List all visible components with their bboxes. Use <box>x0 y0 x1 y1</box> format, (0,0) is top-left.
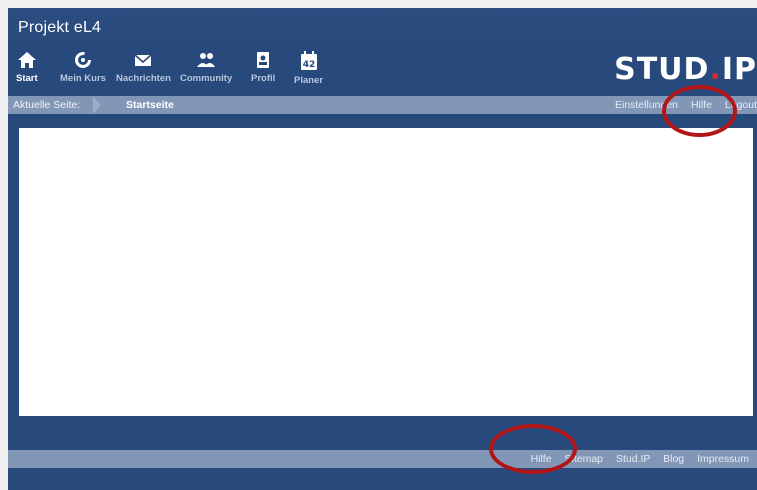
home-icon <box>17 52 36 68</box>
nav-label-planer: Planer <box>294 75 324 86</box>
community-icon <box>197 53 216 67</box>
app-window: Projekt eL4 Start Mein Kurs Nachrichten <box>8 8 757 490</box>
calendar-icon: 42 <box>300 51 317 70</box>
nav-item-nachrichten[interactable]: Nachrichten <box>116 50 171 84</box>
footer-link-studip[interactable]: Stud.IP <box>616 453 650 465</box>
logo-text-end: IP <box>721 52 757 87</box>
course-icon <box>74 52 91 68</box>
logo-dot: . <box>709 52 722 87</box>
main-content <box>19 128 753 416</box>
nav-label-community: Community <box>180 73 233 84</box>
footer-link-blog[interactable]: Blog <box>663 453 684 465</box>
footer-links: Hilfe Sitemap Stud.IP Blog Impressum <box>521 453 749 465</box>
link-logout[interactable]: Logout <box>725 99 757 111</box>
footer-bar: Hilfe Sitemap Stud.IP Blog Impressum <box>8 450 757 468</box>
studip-logo: STUD.IP <box>614 55 757 85</box>
footer-link-sitemap[interactable]: Sitemap <box>565 453 604 465</box>
breadcrumb-label: Aktuelle Seite: <box>13 99 81 111</box>
top-bar: Projekt eL4 <box>8 8 757 46</box>
header-links: Einstellungen Hilfe Logout <box>605 99 757 111</box>
nav-label-mein-kurs: Mein Kurs <box>60 73 106 84</box>
footer-link-impressum[interactable]: Impressum <box>697 453 749 465</box>
footer-link-hilfe[interactable]: Hilfe <box>531 453 552 465</box>
link-einstellungen[interactable]: Einstellungen <box>615 99 678 111</box>
site-title: Projekt eL4 <box>18 19 102 36</box>
nav-item-planer[interactable]: 42 Planer <box>294 50 323 86</box>
nav-label-nachrichten: Nachrichten <box>116 73 171 84</box>
nav-item-start[interactable]: Start <box>16 50 38 84</box>
nav-item-community[interactable]: Community <box>180 50 232 84</box>
nav-label-start: Start <box>16 73 38 84</box>
breadcrumb-bar: Aktuelle Seite: Startseite Einstellungen… <box>8 96 757 114</box>
nav-item-mein-kurs[interactable]: Mein Kurs <box>60 50 106 84</box>
profile-icon <box>257 52 270 68</box>
breadcrumb-current: Startseite <box>126 99 174 111</box>
nav-item-profil[interactable]: Profil <box>251 50 275 84</box>
link-hilfe-header[interactable]: Hilfe <box>691 99 712 111</box>
nav-label-profil: Profil <box>251 73 276 84</box>
breadcrumb-separator <box>93 96 101 114</box>
logo-text-main: STUD <box>614 52 710 87</box>
mail-icon <box>134 54 152 66</box>
calendar-badge: 42 <box>302 60 315 70</box>
